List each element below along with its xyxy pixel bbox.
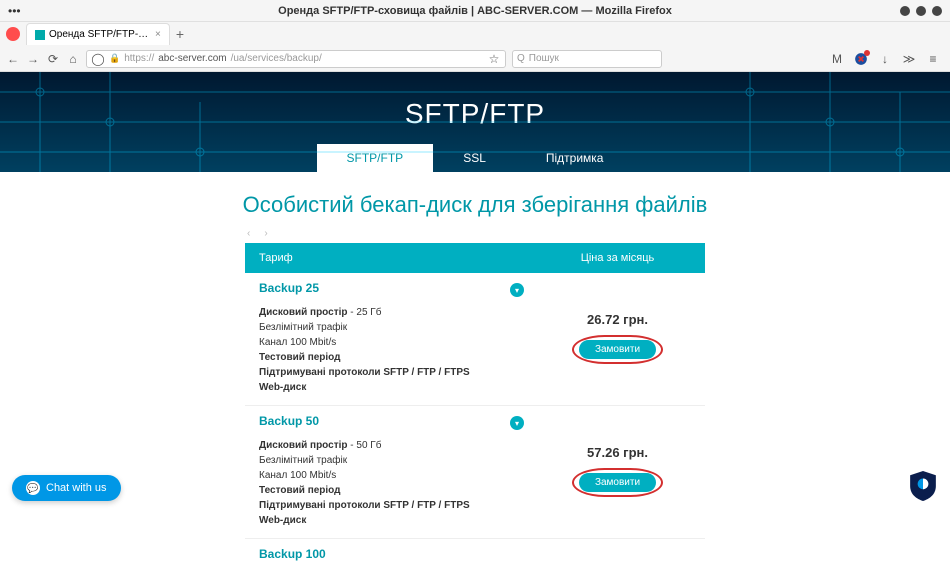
browser-tab-bar: Оренда SFTP/FTP-сховищ × + [0,22,950,46]
plan-name[interactable]: Backup 100 [259,547,530,561]
table-row: Backup 50 ▾ Дисковий простір - 50 Гб Без… [245,406,705,539]
disk-value: - 50 Гб [348,440,382,451]
webdisk: Web-диск [259,382,306,393]
bookmark-star-icon[interactable]: ☆ [487,52,501,66]
search-icon: Q [517,53,525,64]
highlight-circle: Замовити [572,468,663,497]
test-period: Тестовий період [259,485,341,496]
shield-icon[interactable]: ◯ [91,52,105,66]
protocols: Підтримувані протоколи SFTP / FTP / FTPS [259,367,470,378]
security-shield-icon[interactable] [910,471,936,501]
highlight-circle: Замовити [572,335,663,364]
table-row: Backup 100 [245,539,705,581]
lock-icon[interactable]: 🔒 [109,53,120,64]
pager: ‹ › [247,228,268,239]
traffic: Безлімітний трафік [259,453,530,468]
plan-name[interactable]: Backup 25 [259,281,530,295]
forward-button[interactable]: → [26,52,40,66]
traffic: Безлімітний трафік [259,320,530,335]
collapse-icon[interactable]: ▾ [510,283,524,297]
section-title: Особистий бекап-диск для зберігання файл… [243,192,708,218]
browser-toolbar: ← → ⟳ ⌂ ◯ 🔒 https:// abc-server.com/ua/se… [0,46,950,72]
tab-favicon-icon [35,30,45,40]
downloads-icon[interactable]: ↓ [878,52,892,66]
col-tariff: Тариф [245,252,530,264]
tab-title: Оренда SFTP/FTP-сховищ [49,29,149,40]
circuit-background-icon [0,72,950,172]
col-price: Ціна за місяць [530,252,705,264]
order-button[interactable]: Замовити [579,340,656,359]
close-icon[interactable]: × [155,29,161,40]
reload-button[interactable]: ⟳ [46,52,60,66]
hero-banner: SFTP/FTP SFTP/FTP SSL Підтримка [0,72,950,172]
url-input[interactable]: ◯ 🔒 https:// abc-server.com/ua/services/b… [86,50,506,68]
chat-icon: 💬 [26,481,40,495]
pager-next-icon[interactable]: › [264,228,267,239]
main-content: Особистий бекап-диск для зберігання файл… [0,172,950,581]
url-path: /ua/services/backup/ [231,53,322,64]
new-tab-button[interactable]: + [176,26,184,42]
price: 26.72 грн. [587,312,648,327]
table-row: Backup 25 ▾ Дисковий простір - 25 Гб Без… [245,273,705,406]
disk-label: Дисковий простір [259,440,348,451]
home-button[interactable]: ⌂ [66,52,80,66]
app-menu-icon[interactable]: ••• [8,4,21,18]
chat-widget[interactable]: 💬 Chat with us [12,475,121,501]
gmail-icon[interactable]: M [830,52,844,66]
plans-table: Тариф Ціна за місяць Backup 25 ▾ Дискови… [245,243,705,581]
window-title: Оренда SFTP/FTP-сховища файлів | ABC-SER… [278,5,672,17]
os-title-bar: ••• Оренда SFTP/FTP-сховища файлів | ABC… [0,0,950,22]
disk-label: Дисковий простір [259,307,348,318]
overflow-icon[interactable]: ≫ [902,52,916,66]
collapse-icon[interactable]: ▾ [510,416,524,430]
table-header: Тариф Ціна за місяць [245,243,705,273]
pager-prev-icon[interactable]: ‹ [247,228,250,239]
firefox-icon [6,27,20,41]
webdisk: Web-диск [259,515,306,526]
chat-label: Chat with us [46,482,107,494]
menu-icon[interactable]: ≡ [926,52,940,66]
noscript-icon[interactable] [854,52,868,66]
protocols: Підтримувані протоколи SFTP / FTP / FTPS [259,500,470,511]
channel: Канал 100 Mbit/s [259,468,530,483]
back-button[interactable]: ← [6,52,20,66]
disk-value: - 25 Гб [348,307,382,318]
test-period: Тестовий період [259,352,341,363]
order-button[interactable]: Замовити [579,473,656,492]
url-host: abc-server.com [158,53,226,64]
search-placeholder: Пошук [529,53,559,64]
plan-name[interactable]: Backup 50 [259,414,530,428]
url-scheme: https:// [124,53,154,64]
browser-tab[interactable]: Оренда SFTP/FTP-сховищ × [26,23,170,45]
window-controls[interactable] [900,6,942,16]
search-input[interactable]: Q Пошук [512,50,662,68]
price: 57.26 грн. [587,445,648,460]
channel: Канал 100 Mbit/s [259,335,530,350]
